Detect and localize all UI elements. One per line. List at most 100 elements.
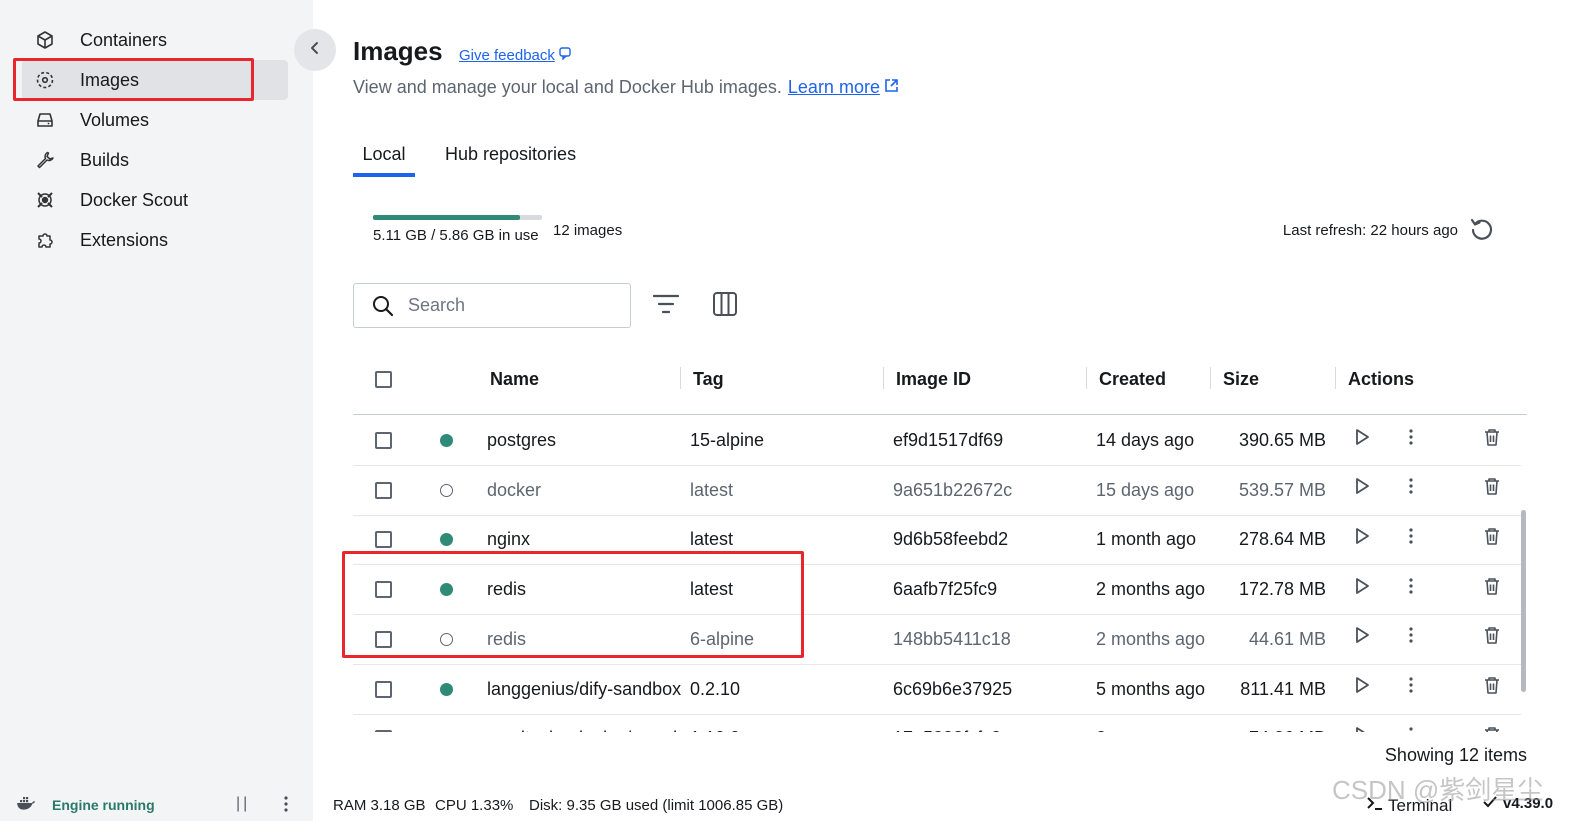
pause-engine-button[interactable]: || — [236, 795, 250, 813]
sidebar: Containers Images Volumes Builds Docker … — [0, 0, 313, 787]
image-created: 5 months ago — [1096, 678, 1206, 699]
filter-icon — [652, 292, 680, 321]
column-tag[interactable]: Tag — [693, 369, 724, 391]
images-table: Name Tag Image ID Created Size Actions p… — [353, 355, 1527, 732]
sidebar-item-label: Containers — [80, 29, 168, 50]
image-id: ef9d1517df69 — [893, 430, 1004, 450]
image-count: 12 images — [553, 222, 623, 239]
image-name[interactable]: nginx — [487, 529, 682, 550]
trash-icon — [1483, 625, 1501, 650]
search-input[interactable] — [408, 295, 598, 316]
collapse-sidebar-button[interactable] — [294, 29, 336, 71]
image-name[interactable]: langgenius/dify-sandbox — [487, 679, 682, 700]
sidebar-item-label: Builds — [80, 149, 130, 170]
run-button[interactable] — [1351, 627, 1373, 649]
in-use-indicator — [440, 434, 453, 447]
docker-whale-icon — [16, 795, 36, 816]
row-checkbox[interactable] — [375, 481, 392, 499]
image-name[interactable]: docker — [487, 480, 682, 501]
scout-icon — [30, 185, 60, 215]
delete-button[interactable] — [1481, 428, 1503, 450]
more-actions-button[interactable] — [1400, 428, 1422, 450]
more-actions-button[interactable] — [1400, 726, 1422, 732]
run-button[interactable] — [1351, 527, 1373, 549]
tab-hub-repositories[interactable]: Hub repositories — [445, 144, 576, 177]
table-row[interactable]: postgres 15-alpine ef9d1517df69 14 days ago… — [353, 416, 1521, 466]
sidebar-item-volumes[interactable]: Volumes — [22, 100, 288, 140]
trash-icon — [1483, 725, 1501, 732]
table-row[interactable]: semitechnologies/weaviate 1.19.0 17a5238fc… — [353, 714, 1521, 732]
wrench-icon — [30, 145, 60, 175]
table-row[interactable]: docker latest 9a651b22672c 15 days ago 539.5… — [353, 466, 1521, 516]
unused-indicator — [440, 632, 453, 646]
table-row[interactable]: langgenius/dify-sandbox 0.2.10 6c69b6e3792… — [353, 665, 1521, 715]
column-size[interactable]: Size — [1223, 369, 1259, 391]
sidebar-item-extensions[interactable]: Extensions — [22, 220, 288, 260]
run-button[interactable] — [1351, 428, 1373, 450]
row-checkbox[interactable] — [375, 680, 392, 698]
sidebar-item-label: Volumes — [80, 109, 150, 130]
columns-button[interactable] — [709, 290, 741, 322]
more-vertical-icon[interactable] — [278, 795, 294, 818]
in-use-indicator — [440, 682, 453, 696]
table-row[interactable]: nginx latest 9d6b58feebd2 1 month ago 278.64… — [353, 515, 1521, 566]
image-name[interactable]: redis — [487, 579, 682, 600]
delete-button[interactable] — [1481, 627, 1503, 649]
sidebar-item-docker-scout[interactable]: Docker Scout — [22, 180, 288, 220]
give-feedback-link[interactable]: Give feedback — [459, 46, 573, 64]
sidebar-item-label: Images — [80, 69, 140, 90]
search-box[interactable] — [353, 283, 631, 328]
more-actions-button[interactable] — [1400, 627, 1422, 649]
select-all-checkbox[interactable] — [375, 371, 392, 388]
learn-more-link[interactable]: Learn more — [788, 77, 899, 98]
more-actions-button[interactable] — [1400, 677, 1422, 699]
sidebar-item-containers[interactable]: Containers — [22, 20, 288, 60]
refresh-button[interactable] — [1466, 215, 1498, 247]
image-name[interactable]: redis — [487, 629, 682, 650]
table-row[interactable]: redis 6-alpine 148bb5411c18 2 months ago 44.… — [353, 615, 1521, 665]
play-icon — [1354, 676, 1370, 699]
more-actions-button[interactable] — [1400, 577, 1422, 599]
column-created[interactable]: Created — [1099, 369, 1166, 391]
filter-button[interactable] — [650, 290, 682, 322]
delete-button[interactable] — [1481, 478, 1503, 500]
play-icon — [1354, 477, 1370, 500]
play-icon — [1354, 428, 1370, 451]
feedback-icon — [559, 46, 573, 64]
image-tag: 0.2.10 — [690, 678, 741, 699]
table-row[interactable]: redis latest 6aafb7f25fc9 2 months ago 172.7… — [353, 565, 1521, 616]
delete-button[interactable] — [1481, 577, 1503, 599]
run-button[interactable] — [1351, 478, 1373, 500]
delete-button[interactable] — [1481, 527, 1503, 549]
column-image-id[interactable]: Image ID — [896, 369, 971, 391]
run-button[interactable] — [1351, 726, 1373, 732]
image-name[interactable]: semitechnologies/weaviate — [487, 728, 682, 732]
row-checkbox[interactable] — [375, 432, 392, 449]
more-vertical-icon — [1408, 477, 1414, 500]
run-button[interactable] — [1351, 677, 1373, 699]
table-scrollbar[interactable] — [1521, 510, 1526, 692]
tab-local[interactable]: Local — [353, 144, 415, 177]
more-actions-button[interactable] — [1400, 527, 1422, 549]
delete-button[interactable] — [1481, 726, 1503, 732]
volume-icon — [30, 105, 60, 135]
row-checkbox[interactable] — [375, 581, 392, 599]
image-name[interactable]: postgres — [487, 430, 682, 451]
image-id: 6aafb7f25fc9 — [893, 579, 998, 600]
image-id: 6c69b6e37925 — [893, 678, 1013, 699]
last-refresh-text: Last refresh: 22 hours ago — [1282, 222, 1458, 239]
row-checkbox[interactable] — [375, 630, 392, 648]
image-created: 2 months ago — [1096, 579, 1206, 600]
run-button[interactable] — [1351, 577, 1373, 599]
delete-button[interactable] — [1481, 677, 1503, 699]
row-checkbox[interactable] — [375, 531, 392, 549]
trash-icon — [1483, 526, 1501, 551]
image-id: 148bb5411c18 — [893, 628, 1011, 649]
row-checkbox[interactable] — [375, 730, 392, 732]
engine-status: Engine running — [52, 797, 155, 813]
feedback-label: Give feedback — [459, 46, 555, 64]
column-name[interactable]: Name — [490, 369, 539, 391]
sidebar-item-images[interactable]: Images — [22, 60, 288, 100]
sidebar-item-builds[interactable]: Builds — [22, 140, 288, 180]
more-actions-button[interactable] — [1400, 478, 1422, 500]
